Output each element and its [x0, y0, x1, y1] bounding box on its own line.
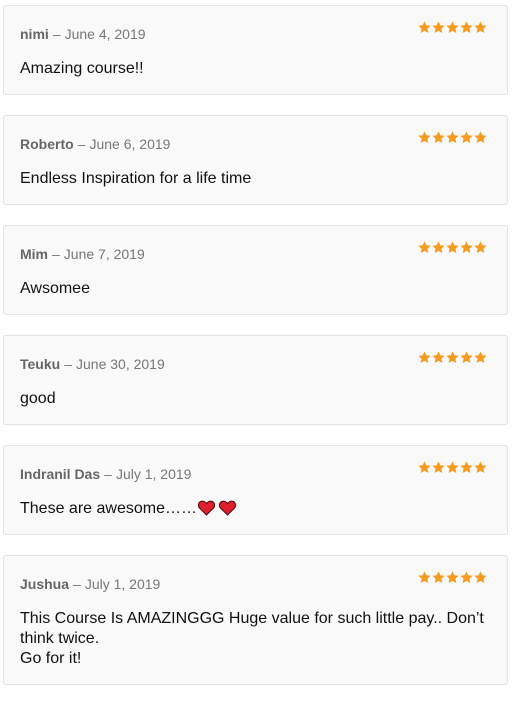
review-text: Awsomee: [20, 280, 90, 297]
review-card: Roberto – June 6, 2019 Endless Inspiration…: [3, 115, 508, 205]
heart-icon: [218, 500, 236, 516]
star-icon: [474, 131, 487, 144]
review-date: June 4, 2019: [64, 26, 146, 42]
star-icon: [460, 21, 473, 34]
review-date: July 1, 2019: [84, 576, 161, 592]
review-date: June 6, 2019: [89, 136, 171, 152]
review-text-wrap: These are awesome……: [20, 499, 491, 519]
review-date: June 30, 2019: [76, 356, 165, 372]
emoji-group: [197, 500, 236, 516]
star-icon: [474, 461, 487, 474]
review-text: good: [20, 390, 56, 407]
star-icon: [474, 241, 487, 254]
star-icon: [446, 241, 459, 254]
review-author: Mim: [20, 246, 48, 262]
star-icon: [418, 241, 431, 254]
star-icon: [432, 21, 445, 34]
star-rating: [418, 461, 487, 474]
heart-icon: [197, 500, 215, 516]
star-icon: [474, 351, 487, 364]
star-icon: [418, 571, 431, 584]
review-separator: –: [104, 466, 112, 482]
review-card: Jushua – July 1, 2019 This Course Is AMAZI…: [3, 555, 508, 685]
star-icon: [432, 131, 445, 144]
review-date: July 1, 2019: [115, 466, 192, 482]
review-card: Teuku – June 30, 2019 good: [3, 335, 508, 425]
review-author: Roberto: [20, 136, 74, 152]
review-card: Indranil Das – July 1, 2019 These are awes…: [3, 445, 508, 535]
star-icon: [432, 461, 445, 474]
review-separator: –: [73, 576, 81, 592]
review-text: Amazing course!!: [20, 60, 144, 77]
star-rating: [418, 131, 487, 144]
review-text: These are awesome……: [20, 500, 197, 517]
star-icon: [418, 131, 431, 144]
review-text: Endless Inspiration for a life time: [20, 170, 252, 187]
star-icon: [460, 571, 473, 584]
review-list: nimi – June 4, 2019 Amazing course!! Rober…: [3, 5, 508, 705]
star-icon: [474, 21, 487, 34]
star-rating: [418, 351, 487, 364]
star-rating: [418, 571, 487, 584]
star-icon: [418, 461, 431, 474]
review-date: June 7, 2019: [63, 246, 145, 262]
review-text: This Course Is AMAZINGGG Huge value for …: [20, 610, 484, 667]
review-separator: –: [52, 26, 61, 42]
star-icon: [432, 571, 445, 584]
star-icon: [418, 21, 431, 34]
star-icon: [446, 461, 459, 474]
star-icon: [446, 351, 459, 364]
review-separator: –: [52, 246, 60, 262]
review-author: nimi: [20, 26, 49, 42]
review-separator: –: [64, 356, 72, 372]
review-author: Teuku: [20, 356, 61, 372]
star-icon: [446, 571, 459, 584]
star-icon: [460, 131, 473, 144]
star-rating: [418, 241, 487, 254]
star-icon: [432, 351, 445, 364]
star-icon: [460, 351, 473, 364]
review-card: Mim – June 7, 2019 Awsomee: [3, 225, 508, 315]
star-icon: [432, 241, 445, 254]
star-icon: [446, 131, 459, 144]
star-icon: [418, 351, 431, 364]
review-card: nimi – June 4, 2019 Amazing course!!: [3, 5, 508, 95]
star-rating: [418, 21, 487, 34]
review-separator: –: [77, 136, 86, 152]
star-icon: [460, 461, 473, 474]
star-icon: [460, 241, 473, 254]
star-icon: [474, 571, 487, 584]
review-author: Indranil Das: [20, 466, 101, 482]
star-icon: [446, 21, 459, 34]
review-author: Jushua: [20, 576, 70, 592]
